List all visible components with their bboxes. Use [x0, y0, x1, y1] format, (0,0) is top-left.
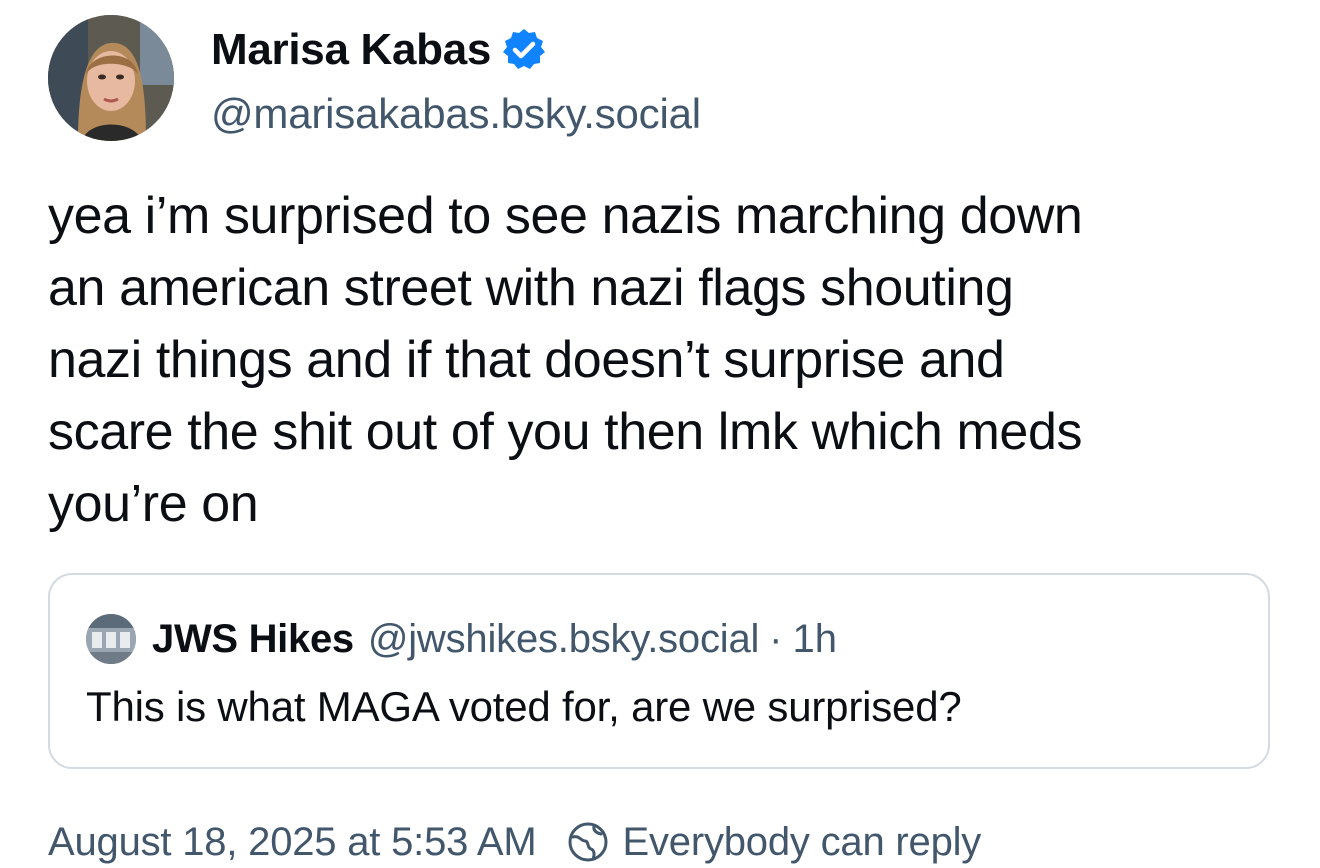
author-handle[interactable]: @marisakabas.bsky.social	[211, 86, 701, 142]
quoted-author-avatar[interactable]	[86, 614, 136, 664]
verified-badge-icon[interactable]	[501, 27, 547, 73]
post-footer: August 18, 2025 at 5:53 AM Everybody can…	[48, 816, 981, 868]
post-text: yea i’m surprised to see nazis marching …	[48, 187, 1083, 533]
quoted-post-text: This is what MAGA voted for, are we surp…	[86, 683, 962, 730]
author-name-row: Marisa Kabas	[211, 22, 547, 78]
quoted-separator: ·	[769, 616, 783, 661]
quoted-post-header: JWS Hikes @jwshikes.bsky.social · 1h	[86, 613, 837, 665]
quoted-author-handle[interactable]: @jwshikes.bsky.social	[368, 617, 760, 662]
author-avatar-image	[48, 15, 174, 141]
author-avatar[interactable]	[48, 15, 174, 141]
post-timestamp: August 18, 2025 at 5:53 AM	[48, 819, 537, 864]
author-display-name[interactable]: Marisa Kabas	[211, 22, 491, 78]
globe-icon	[567, 821, 609, 863]
reply-setting-label[interactable]: Everybody can reply	[623, 820, 982, 865]
quoted-author-name[interactable]: JWS Hikes	[152, 617, 354, 662]
quoted-post-card[interactable]: JWS Hikes @jwshikes.bsky.social · 1h Thi…	[48, 573, 1270, 769]
quoted-post-time[interactable]: 1h	[793, 617, 838, 662]
